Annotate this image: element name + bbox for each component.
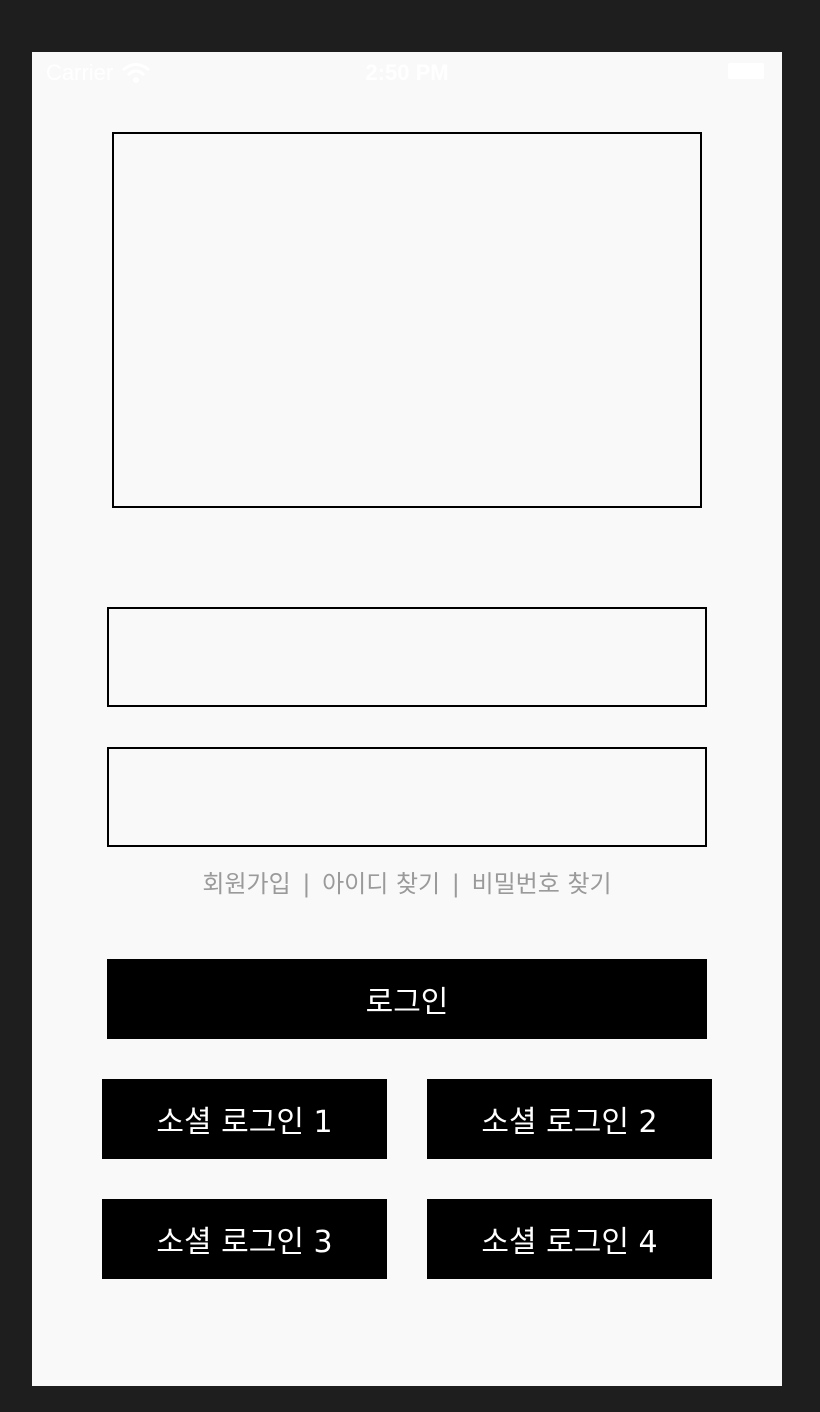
password-input[interactable]	[107, 747, 707, 847]
social-login-button-2[interactable]: 소셜 로그인 2	[427, 1079, 712, 1159]
login-button[interactable]: 로그인	[107, 959, 707, 1039]
social-login-button-3[interactable]: 소셜 로그인 3	[102, 1199, 387, 1279]
id-input[interactable]	[107, 607, 707, 707]
find-password-link[interactable]: 비밀번호 찾기	[472, 870, 612, 898]
social-login-button-4[interactable]: 소셜 로그인 4	[427, 1199, 712, 1279]
social-login-button-1[interactable]: 소셜 로그인 1	[102, 1079, 387, 1159]
battery-icon	[728, 63, 764, 79]
signup-link[interactable]: 회원가입	[202, 870, 290, 898]
status-time: 2:50 PM	[365, 60, 449, 85]
account-links: 회원가입 | 아이디 찾기 | 비밀번호 찾기	[32, 864, 782, 899]
phone-screen: Carrier 2:50 PM 회원가입 | 아이디 찾기 | 비밀번호 찾기 …	[32, 52, 782, 1386]
logo-image-placeholder	[112, 132, 702, 508]
find-id-link[interactable]: 아이디 찾기	[322, 870, 440, 898]
link-separator: |	[302, 870, 311, 898]
status-bar: Carrier 2:50 PM	[32, 52, 782, 92]
link-separator: |	[451, 870, 460, 898]
